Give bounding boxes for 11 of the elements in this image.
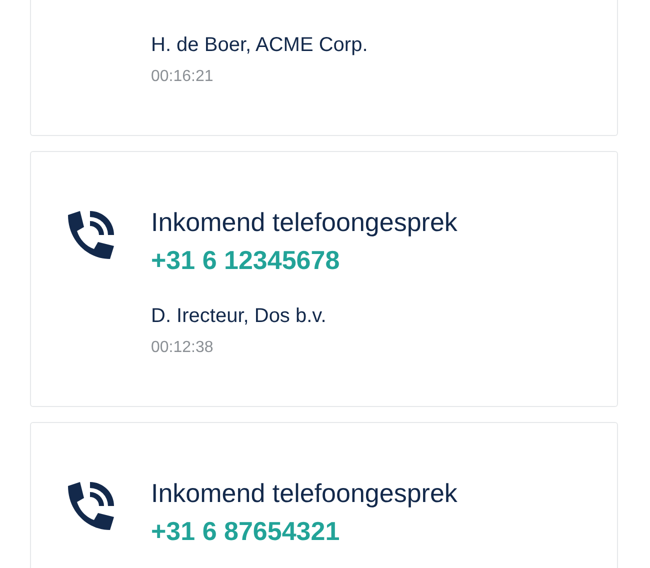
- call-type: Inkomend telefoongesprek: [151, 478, 458, 508]
- contact-name: H. de Boer, ACME Corp.: [151, 33, 368, 58]
- phone-number: +31 6 87654321: [151, 516, 341, 546]
- contact-name: D. Irecteur, Dos b.v.: [151, 304, 328, 329]
- call-card[interactable]: Inkomend telefoongesprek +31 6 87654321: [30, 422, 618, 568]
- call-duration: 00:12:38: [151, 338, 214, 358]
- call-card[interactable]: Inkomend telefoongesprek +31 6 12345678 D. Irecteur, Dos b.v. 00:12:38: [30, 151, 618, 407]
- phone-number: +31 6 12345678: [151, 245, 341, 275]
- call-type: Inkomend telefoongesprek: [151, 207, 458, 237]
- call-card[interactable]: H. de Boer, ACME Corp. 00:16:21: [30, 0, 618, 136]
- call-duration: 00:16:21: [151, 67, 214, 87]
